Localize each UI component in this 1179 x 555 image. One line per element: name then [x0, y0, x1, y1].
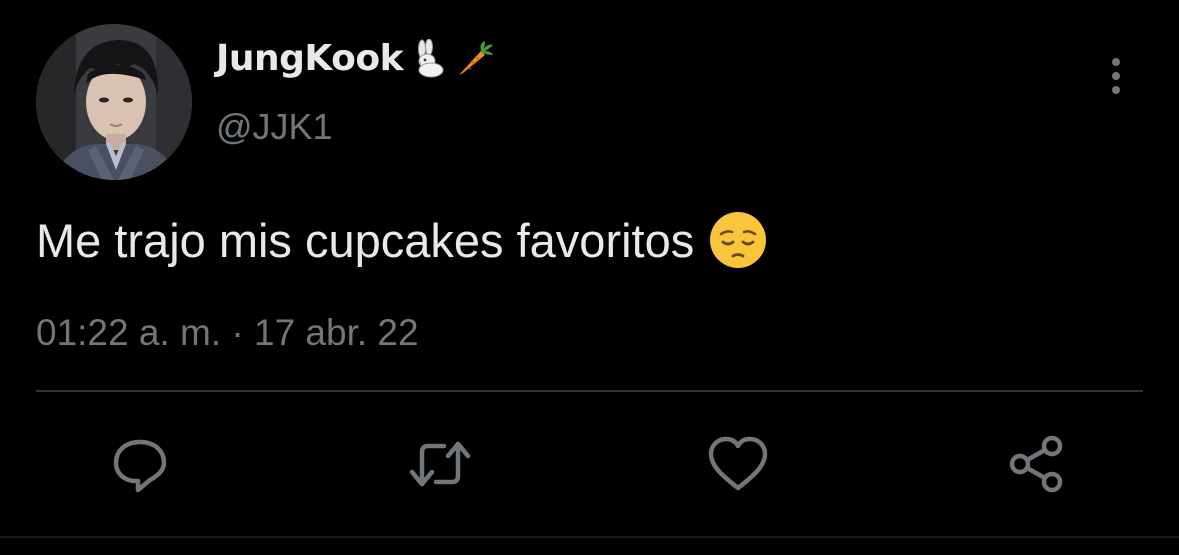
- display-name-text: JungKook: [216, 38, 404, 79]
- rabbit-emoji: [409, 38, 449, 79]
- user-handle[interactable]: @JJK1: [216, 106, 333, 148]
- retweet-button[interactable]: [408, 432, 472, 496]
- vertical-ellipsis-icon: [1112, 86, 1120, 94]
- tweet-text-body: Me trajo mis cupcakes favoritos: [36, 213, 695, 267]
- share-icon: [1009, 435, 1063, 493]
- carrot-emoji: [455, 39, 495, 79]
- vertical-ellipsis-icon: [1112, 72, 1120, 80]
- bottom-divider: [0, 536, 1179, 538]
- retweet-icon: [409, 441, 471, 487]
- divider: [36, 390, 1143, 392]
- share-button[interactable]: [1004, 432, 1068, 496]
- vertical-ellipsis-icon: [1112, 58, 1120, 66]
- heart-icon: [708, 436, 768, 491]
- reply-button[interactable]: [108, 432, 172, 496]
- display-name[interactable]: JungKook: [216, 38, 495, 79]
- pensive-face-emoji: [708, 210, 768, 270]
- tweet-text: Me trajo mis cupcakes favoritos: [36, 210, 768, 270]
- speech-bubble-icon: [113, 439, 167, 493]
- avatar[interactable]: [36, 24, 192, 180]
- more-options-button[interactable]: [1100, 52, 1132, 100]
- tweet-timestamp[interactable]: 01:22 a. m. · 17 abr. 22: [36, 312, 419, 354]
- like-button[interactable]: [706, 432, 770, 496]
